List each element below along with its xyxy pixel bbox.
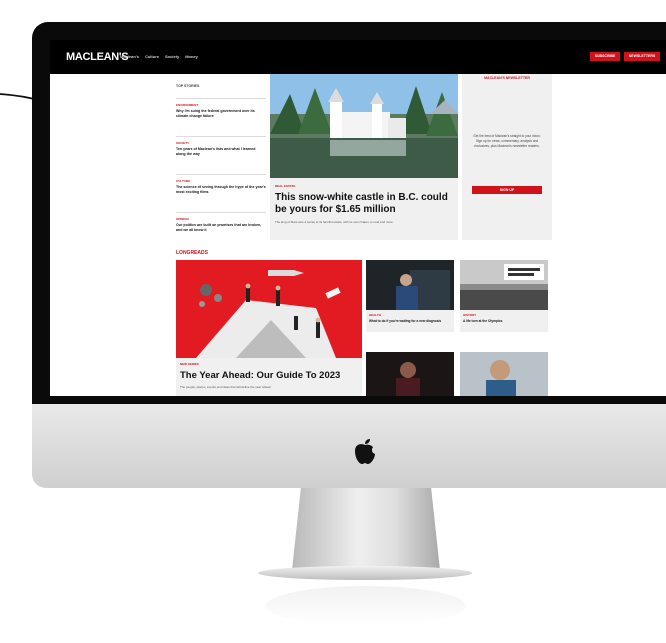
longreads-card[interactable]: HEALTH What to do if you're waiting for … [366, 260, 454, 332]
story-title[interactable]: Ten years of Maclean's lists and what I … [176, 147, 266, 157]
longreads-card[interactable]: HISTORY A life torn at the Olympics [460, 260, 548, 332]
monitor-stand-base [258, 566, 472, 580]
longreads-main-tag: NEW SERIES [180, 362, 199, 366]
screen: MACLEAN'S Maclean's Culture Society Mone… [50, 40, 666, 396]
sign-up-button[interactable]: SIGN UP [472, 186, 542, 194]
story-item[interactable]: OPINION Our politics are built on promis… [176, 212, 266, 250]
nav-link[interactable]: Culture [145, 54, 159, 59]
story-tag: CULTURE [176, 179, 191, 183]
top-stories: TOP STORIES ENVIRONMENT Why I'm suing th… [176, 84, 266, 250]
year-ahead-illustration [176, 260, 362, 358]
top-navigation: MACLEAN'S Maclean's Culture Society Mone… [50, 40, 666, 74]
story-tag: ENVIRONMENT [176, 103, 199, 107]
story-title[interactable]: The science of seeing through the hype o… [176, 185, 266, 195]
longreads-main-description: The people, places, events and ideas tha… [180, 385, 272, 389]
story-title[interactable]: Our politics are built on promises that … [176, 223, 266, 233]
portrait-photo [366, 352, 454, 396]
historic-photo [460, 260, 548, 310]
monitor-stand [292, 488, 440, 570]
card-title[interactable]: What to do if you're waiting for a new d… [369, 319, 441, 323]
interview-photo [366, 260, 454, 310]
castle-photo [270, 74, 458, 178]
longreads-card[interactable] [460, 352, 548, 396]
longreads-main-card[interactable]: NEW SERIES The Year Ahead: Our Guide To … [176, 260, 362, 396]
monitor-chin [32, 404, 666, 488]
longreads-heading: LONGREADS [176, 250, 208, 256]
featured-tag: REAL ESTATE [275, 184, 296, 188]
featured-story[interactable]: REAL ESTATE This snow-white castle in B.… [270, 74, 458, 240]
nav-link[interactable]: Maclean's [120, 54, 139, 59]
story-item[interactable]: ENVIRONMENT Why I'm suing the federal go… [176, 98, 266, 136]
card-tag: HEALTH [369, 313, 381, 317]
newsletter-text: Get the best of Maclean's straight to yo… [473, 134, 541, 148]
card-tag: HISTORY [463, 313, 477, 317]
top-stories-heading: TOP STORIES [176, 84, 200, 88]
newsletter-box: MACLEAN'S NEWSLETTER Get the best of Mac… [462, 74, 552, 240]
nav-link[interactable]: Money [185, 54, 198, 59]
story-tag: OPINION [176, 217, 189, 221]
apple-logo-icon [355, 439, 375, 464]
longreads-card[interactable] [366, 352, 454, 396]
stand-reflection [266, 586, 466, 626]
card-title[interactable]: A life torn at the Olympics [463, 319, 502, 323]
subscribe-button[interactable]: SUBSCRIBE [590, 52, 620, 61]
child-photo [460, 352, 548, 396]
longreads-main-title[interactable]: The Year Ahead: Our Guide To 2023 [180, 370, 340, 381]
story-tag: SOCIETY [176, 141, 190, 145]
newsletter-title: MACLEAN'S NEWSLETTER [484, 76, 530, 80]
featured-title[interactable]: This snow-white castle in B.C. could be … [275, 192, 455, 216]
story-item[interactable]: CULTURE The science of seeing through th… [176, 174, 266, 212]
featured-description: The king of Mars sets a sense to its fan… [275, 220, 394, 224]
nav-link[interactable]: Society [165, 54, 179, 59]
story-item[interactable]: SOCIETY Ten years of Maclean's lists and… [176, 136, 266, 174]
site-logo[interactable]: MACLEAN'S [66, 51, 129, 63]
newsletters-button[interactable]: NEWSLETTERS [624, 52, 660, 61]
story-title[interactable]: Why I'm suing the federal government ove… [176, 109, 266, 119]
